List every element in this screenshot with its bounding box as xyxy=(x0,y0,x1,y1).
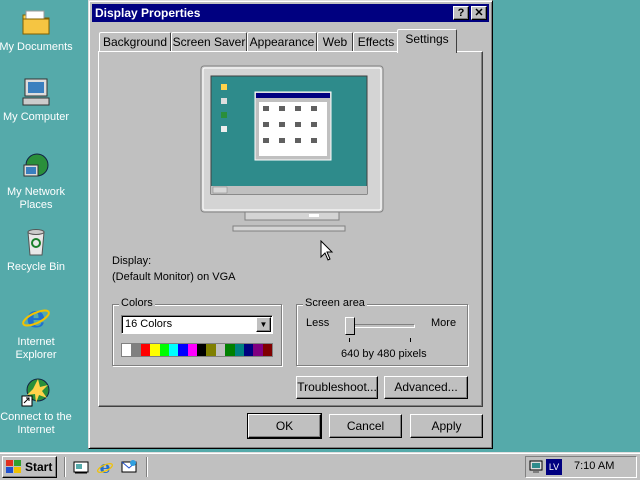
start-button[interactable]: Start xyxy=(2,456,57,478)
desktop-icon-label: Connect to the Internet xyxy=(0,411,72,436)
language-indicator[interactable]: LV xyxy=(546,459,562,475)
desktop-icon-label: My Documents xyxy=(0,41,73,53)
more-label: More xyxy=(431,317,457,329)
palette-swatch xyxy=(215,344,226,356)
apply-button[interactable]: Apply xyxy=(410,414,483,438)
desktop-icon-connect-internet[interactable]: Connect to the Internet xyxy=(0,376,74,437)
palette-swatch xyxy=(178,344,188,356)
start-label: Start xyxy=(25,460,53,474)
desktop-icon-label: My Computer xyxy=(2,111,70,123)
slider-tick-right xyxy=(410,338,411,342)
slider-tick-left xyxy=(349,338,350,342)
mouse-pointer-icon xyxy=(320,240,334,261)
palette-swatch xyxy=(150,344,160,356)
folder-icon xyxy=(20,6,52,38)
display-settings-tray-icon[interactable] xyxy=(529,459,545,475)
resolution-slider-thumb[interactable] xyxy=(345,317,355,335)
taskbar: Start e LV 7:10 AM xyxy=(0,452,640,480)
display-device: (Default Monitor) on VGA xyxy=(112,271,236,283)
network-icon xyxy=(20,151,52,183)
close-button[interactable]: ✕ xyxy=(471,6,487,20)
colors-group-label: Colors xyxy=(119,297,155,309)
internet-explorer-icon: e xyxy=(20,300,52,335)
tab-web[interactable]: Web xyxy=(317,32,353,52)
colors-dropdown[interactable]: 16 Colors ▼ xyxy=(121,315,273,334)
resolution-slider-track xyxy=(345,324,415,328)
tab-screen-saver[interactable]: Screen Saver xyxy=(171,32,247,52)
palette-swatch xyxy=(168,344,179,356)
palette-swatch xyxy=(159,344,169,356)
connect-internet-icon xyxy=(20,376,52,408)
resolution-text: 640 by 480 pixels xyxy=(341,348,427,360)
recycle-bin-icon xyxy=(20,226,52,258)
less-label: Less xyxy=(306,317,330,329)
troubleshoot-button[interactable]: Troubleshoot... xyxy=(296,376,378,399)
desktop-icon-my-network-places[interactable]: My Network Places xyxy=(0,151,74,212)
clock[interactable]: 7:10 AM xyxy=(574,460,614,472)
desktop-icon-internet-explorer[interactable]: e Internet Explorer xyxy=(0,300,74,362)
palette-swatch xyxy=(131,344,141,356)
taskbar-divider xyxy=(64,457,66,477)
display-properties-window: Display Properties ? ✕ Background Screen… xyxy=(88,0,493,449)
desktop-icon-label: Internet Explorer xyxy=(15,336,57,361)
internet-explorer-icon[interactable]: e xyxy=(96,458,114,478)
tab-effects[interactable]: Effects xyxy=(353,32,399,52)
monitor-icon xyxy=(200,65,384,232)
tab-appearance[interactable]: Appearance xyxy=(247,32,317,52)
tab-background[interactable]: Background xyxy=(99,32,171,52)
window-title: Display Properties xyxy=(95,6,201,20)
system-tray: LV 7:10 AM xyxy=(525,456,637,478)
advanced-button[interactable]: Advanced... xyxy=(384,376,468,399)
colors-groupbox: Colors 16 Colors ▼ xyxy=(112,297,282,366)
palette-swatch xyxy=(187,344,197,356)
palette-swatch xyxy=(253,344,263,356)
show-desktop-icon[interactable] xyxy=(73,459,89,475)
palette-swatch xyxy=(206,344,216,356)
palette-swatch xyxy=(225,344,235,356)
desktop-icon-label: My Network Places xyxy=(6,186,66,211)
desktop-icon-my-documents[interactable]: My Documents xyxy=(0,6,74,54)
palette-swatch xyxy=(197,344,207,356)
title-bar[interactable]: Display Properties ? ✕ xyxy=(92,4,489,22)
display-label: Display: xyxy=(112,255,152,267)
color-palette-strip xyxy=(121,343,273,357)
ok-button[interactable]: OK xyxy=(247,413,322,439)
taskbar-divider-2 xyxy=(146,457,148,477)
cancel-button[interactable]: Cancel xyxy=(329,414,402,438)
tab-settings[interactable]: Settings xyxy=(397,29,457,53)
desktop-icon-my-computer[interactable]: My Computer xyxy=(0,76,74,124)
chevron-down-icon[interactable]: ▼ xyxy=(256,317,271,332)
colors-selected: 16 Colors xyxy=(125,318,173,330)
palette-swatch xyxy=(140,344,151,356)
desktop-icon-label: Recycle Bin xyxy=(6,261,66,273)
desktop-icon-recycle-bin[interactable]: Recycle Bin xyxy=(0,226,74,274)
settings-panel: Display: (Default Monitor) on VGA Colors… xyxy=(98,51,483,407)
palette-swatch xyxy=(234,344,244,356)
screen-area-groupbox: Screen area Less More 640 by 480 pixels xyxy=(296,297,468,366)
outlook-icon[interactable] xyxy=(120,458,138,476)
help-button[interactable]: ? xyxy=(453,6,469,20)
screen-area-group-label: Screen area xyxy=(303,297,367,309)
windows-logo-icon xyxy=(6,460,21,473)
palette-swatch xyxy=(243,344,254,356)
computer-icon xyxy=(20,76,52,108)
monitor-preview xyxy=(199,64,385,234)
palette-swatch xyxy=(262,344,272,356)
palette-swatch xyxy=(122,344,132,356)
